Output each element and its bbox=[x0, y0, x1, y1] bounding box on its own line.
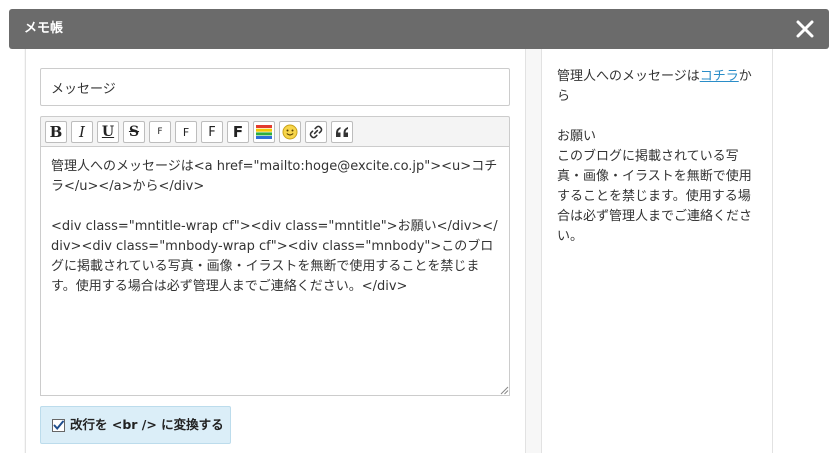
bold-button[interactable]: B bbox=[45, 121, 67, 143]
font-size-small-button[interactable]: F bbox=[149, 121, 171, 143]
strikethrough-button[interactable]: S bbox=[123, 121, 145, 143]
color-bars-icon bbox=[256, 125, 272, 139]
italic-button[interactable]: I bbox=[71, 121, 93, 143]
quote-button[interactable] bbox=[331, 121, 353, 143]
preview-body: このブログに掲載されている写真・画像・イラストを無断で使用することを禁じます。使… bbox=[557, 149, 753, 244]
preview-mail-link[interactable]: コチラ bbox=[700, 69, 739, 84]
text-color-button[interactable] bbox=[253, 121, 275, 143]
checkbox-checked-icon[interactable] bbox=[52, 418, 65, 432]
convert-br-label: 改行を <br /> に変換する bbox=[70, 417, 224, 432]
dialog-title: メモ帳 bbox=[24, 21, 64, 36]
preview-spacer bbox=[557, 107, 757, 127]
link-icon bbox=[309, 125, 323, 139]
preview-line-1: 管理人へのメッセージはコチラから bbox=[557, 67, 757, 107]
underline-button[interactable]: U bbox=[97, 121, 119, 143]
bold-icon: B bbox=[49, 122, 63, 141]
convert-br-option[interactable]: 改行を <br /> に変換する bbox=[40, 406, 231, 444]
close-button[interactable] bbox=[793, 17, 817, 41]
subject-input[interactable] bbox=[40, 68, 510, 106]
resize-grip-icon[interactable] bbox=[500, 386, 509, 395]
message-preview: 管理人へのメッセージはコチラから お願い このブログに掲載されている写真・画像・… bbox=[557, 67, 757, 247]
italic-icon: I bbox=[79, 122, 85, 141]
underline-icon: U bbox=[101, 124, 115, 140]
dialog-titlebar: メモ帳 bbox=[9, 9, 829, 49]
font-size-large-button[interactable]: F bbox=[201, 121, 223, 143]
preview-text-before: 管理人へのメッセージは bbox=[557, 69, 700, 84]
font-small-icon: F bbox=[157, 126, 163, 137]
font-medium-icon: F bbox=[182, 125, 190, 139]
smiley-icon bbox=[282, 124, 298, 140]
editor-toolbar: B I U S F F F F bbox=[40, 116, 510, 147]
strikethrough-icon: S bbox=[128, 124, 140, 140]
close-icon bbox=[796, 20, 814, 38]
font-size-xlarge-button[interactable]: F bbox=[227, 121, 249, 143]
link-button[interactable] bbox=[305, 121, 327, 143]
emoji-button[interactable] bbox=[279, 121, 301, 143]
font-xlarge-icon: F bbox=[232, 122, 244, 141]
preview-heading: お願い bbox=[557, 129, 597, 144]
message-editor[interactable]: 管理人へのメッセージは<a href="mailto:hoge@excite.c… bbox=[40, 146, 510, 396]
font-size-medium-button[interactable]: F bbox=[175, 121, 197, 143]
font-large-icon: F bbox=[208, 124, 216, 140]
quote-icon bbox=[336, 127, 348, 137]
